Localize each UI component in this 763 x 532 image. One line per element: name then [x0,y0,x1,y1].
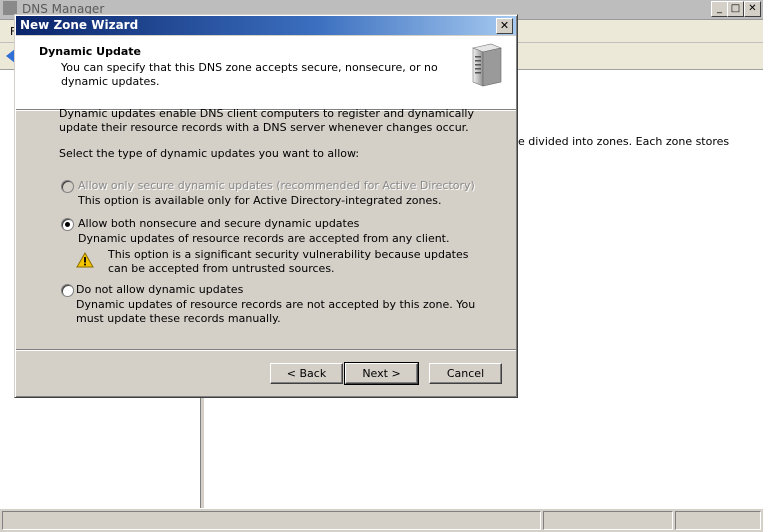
radio-no-dynamic-updates[interactable] [61,284,74,297]
server-icon [471,43,503,87]
option-no-dynamic-updates-label[interactable]: Do not allow dynamic updates [76,283,516,297]
minimize-icon[interactable]: _ [711,1,728,17]
option-nonsecure-and-secure-desc: Dynamic updates of resource records are … [78,232,450,245]
radio-nonsecure-and-secure[interactable] [61,218,74,231]
option-secure-only-label: Allow only secure dynamic updates (recom… [78,179,475,192]
cancel-button[interactable]: Cancel [429,363,502,384]
radio-secure-only [61,180,74,193]
next-button[interactable]: Next > [344,362,419,385]
close-window-icon[interactable]: ✕ [744,1,761,17]
page-subtitle: You can specify that this DNS zone accep… [61,61,438,88]
maximize-icon[interactable]: □ [727,1,744,17]
page-title: Dynamic Update [39,45,141,58]
option-secure-only-desc: This option is available only for Active… [78,194,442,207]
intro-text: Dynamic updates enable DNS client comput… [59,107,474,134]
close-icon[interactable]: ✕ [496,18,513,34]
details-pane-text: e divided into zones. Each zone stores [518,135,730,148]
wizard-header: Dynamic Update You can specify that this… [16,36,516,110]
status-segment [675,511,761,530]
option-no-dynamic-updates-desc: Dynamic updates of resource records are … [76,298,476,325]
option-nonsecure-and-secure-label[interactable]: Allow both nonsecure and secure dynamic … [78,217,518,231]
security-warning-text: This option is a significant security vu… [108,248,469,275]
status-segment [543,511,673,530]
status-segment [2,511,541,530]
back-button[interactable]: < Back [270,363,343,384]
dns-app-icon [3,1,17,15]
dialog-title: New Zone Wizard [20,18,139,32]
status-bar [0,508,763,532]
prompt-text: Select the type of dynamic updates you w… [59,147,360,160]
dialog-titlebar[interactable]: New Zone Wizard ✕ [16,16,516,35]
button-separator [16,349,516,351]
new-zone-wizard-dialog: New Zone Wizard ✕ Dynamic Update You can… [14,14,518,398]
warning-icon [76,252,94,268]
